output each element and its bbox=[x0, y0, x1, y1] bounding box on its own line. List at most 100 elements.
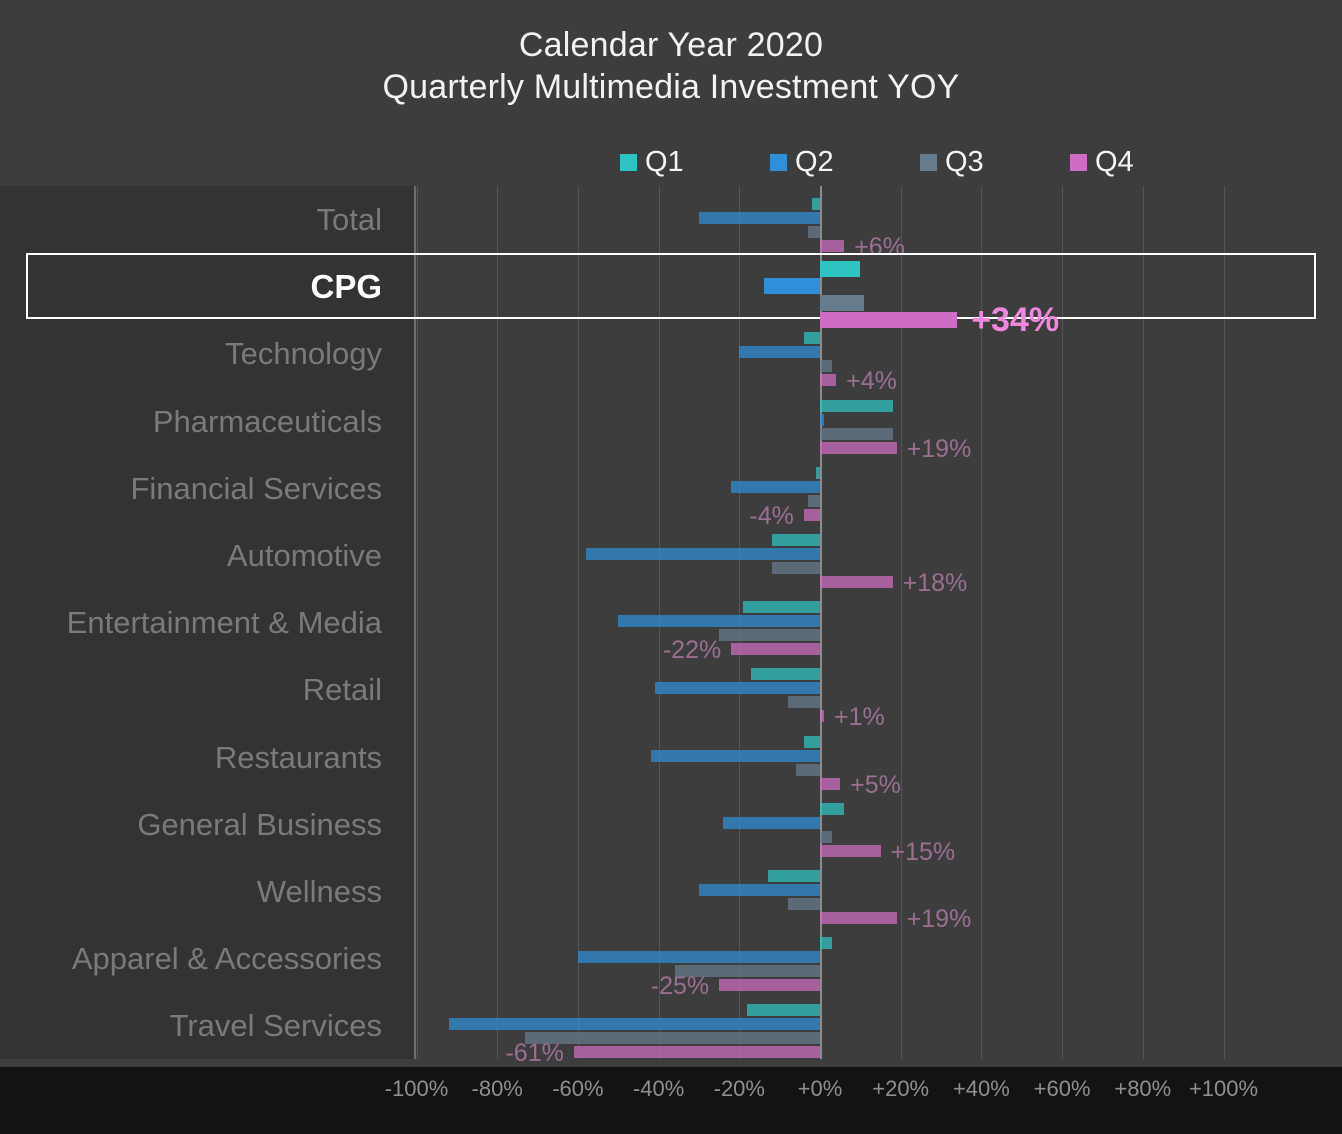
category-label: Pharmaceuticals bbox=[152, 403, 382, 439]
legend-swatch-q3-icon bbox=[920, 153, 937, 171]
bar-q2 bbox=[585, 548, 820, 560]
bar-q4 bbox=[820, 912, 897, 924]
bar-q2 bbox=[698, 884, 820, 896]
bar-q4 bbox=[820, 441, 897, 454]
chart-row: Wellness +19% bbox=[0, 858, 1342, 932]
bar-q4 bbox=[820, 710, 825, 723]
bar-q3 bbox=[820, 295, 865, 312]
bar-q1 bbox=[820, 937, 833, 950]
bar-q3 bbox=[525, 1032, 820, 1045]
bar-q2 bbox=[577, 951, 820, 964]
legend-swatch-q4-icon bbox=[1070, 153, 1087, 171]
x-tick-label: -20% bbox=[713, 1076, 765, 1101]
bar-q2 bbox=[618, 615, 820, 628]
category-label: Apparel & Accessories bbox=[71, 941, 382, 977]
bar-q4 bbox=[731, 643, 820, 656]
bar-q3 bbox=[807, 226, 820, 238]
bar-q4 bbox=[820, 374, 837, 387]
category-label: Travel Services bbox=[169, 1008, 382, 1044]
bar-q1 bbox=[751, 668, 820, 681]
bar-q1 bbox=[803, 332, 820, 345]
bar-q2 bbox=[654, 682, 820, 695]
category-label: Technology bbox=[225, 336, 382, 372]
category-label: Restaurants bbox=[214, 739, 382, 775]
highlight-outline bbox=[26, 253, 1316, 320]
legend-label: Q1 bbox=[645, 145, 684, 178]
title-line-1: Calendar Year 2020 bbox=[518, 26, 824, 64]
legend-label: Q3 bbox=[945, 145, 984, 178]
chart-row: Restaurants +5% bbox=[0, 724, 1342, 797]
chart-row: CPG +34% bbox=[0, 253, 1342, 337]
bar-q3 bbox=[787, 898, 820, 910]
chart-legend: Q1 Q2 Q3 Q4 bbox=[620, 144, 1220, 180]
category-label: CPG bbox=[310, 268, 382, 306]
bar-q4 bbox=[820, 576, 893, 588]
x-tick-label: +20% bbox=[872, 1076, 930, 1101]
bar-q1 bbox=[767, 870, 820, 882]
x-tick-label: +60% bbox=[1033, 1076, 1091, 1101]
x-tick-label: +0% bbox=[797, 1076, 843, 1101]
bar-q4 bbox=[820, 777, 841, 790]
bar-q2 bbox=[739, 346, 820, 359]
bar-value-label: -61% bbox=[505, 1039, 564, 1068]
bar-q4 bbox=[820, 240, 845, 252]
legend-swatch-q1-icon bbox=[620, 153, 637, 171]
bar-q3 bbox=[787, 696, 820, 709]
chart-row: Apparel & Accessories -25% bbox=[0, 925, 1342, 999]
category-label: Total bbox=[316, 202, 382, 237]
chart-row: Retail +1% bbox=[0, 656, 1342, 730]
bar-q2 bbox=[448, 1018, 820, 1031]
bar-q1 bbox=[743, 601, 820, 614]
chart-row: Pharmaceuticals +19% bbox=[0, 388, 1342, 461]
bar-q3 bbox=[820, 360, 833, 373]
x-tick-label: -80% bbox=[471, 1076, 523, 1101]
bar-q3 bbox=[771, 562, 820, 574]
bar-q2 bbox=[820, 413, 825, 426]
bar-q1 bbox=[811, 198, 820, 210]
chart-row: Automotive +18% bbox=[0, 522, 1342, 596]
bar-q4 bbox=[719, 979, 820, 992]
bar-q3 bbox=[795, 763, 820, 776]
chart-row: Technology +4% bbox=[0, 320, 1342, 394]
bar-q1 bbox=[747, 1004, 820, 1017]
legend-item-q1[interactable]: Q1 bbox=[620, 145, 770, 178]
chart-row: Financial Services -4% bbox=[0, 455, 1342, 528]
legend-label: Q2 bbox=[795, 145, 834, 178]
bar-q2 bbox=[698, 212, 820, 224]
bar-q3 bbox=[820, 830, 833, 843]
bar-q4 bbox=[573, 1046, 820, 1059]
category-label: Automotive bbox=[226, 538, 382, 573]
legend-item-q3[interactable]: Q3 bbox=[920, 145, 1070, 178]
legend-item-q4[interactable]: Q4 bbox=[1070, 145, 1220, 178]
chart-row: Travel Services -61% bbox=[0, 992, 1342, 1066]
bar-q3 bbox=[807, 494, 820, 507]
title-line-2: Quarterly Multimedia Investment YOY bbox=[382, 68, 960, 106]
chart-row: Entertainment & Media -22% bbox=[0, 589, 1342, 663]
bar-q1 bbox=[803, 735, 820, 748]
bar-q3 bbox=[820, 427, 893, 440]
bar-q4 bbox=[820, 844, 881, 857]
legend-label: Q4 bbox=[1095, 145, 1134, 178]
category-label: Wellness bbox=[256, 874, 382, 909]
bar-q1 bbox=[820, 399, 893, 412]
bar-q1 bbox=[820, 261, 861, 278]
x-tick-label: -60% bbox=[552, 1076, 604, 1101]
chart-title: Calendar Year 2020 Quarterly Multimedia … bbox=[0, 24, 1342, 108]
bar-q2 bbox=[723, 816, 820, 829]
category-label: General Business bbox=[137, 806, 382, 842]
bar-q1 bbox=[815, 466, 820, 479]
bar-q2 bbox=[731, 480, 820, 493]
plot-area: Total +6% CPG +34% Technology +4% Pharmaceutic… bbox=[0, 186, 1342, 1066]
bar-q2 bbox=[763, 278, 820, 295]
x-tick-label: +40% bbox=[952, 1076, 1010, 1101]
x-tick-label: +80% bbox=[1114, 1076, 1172, 1101]
legend-item-q2[interactable]: Q2 bbox=[770, 145, 920, 178]
x-tick-label: -40% bbox=[632, 1076, 685, 1101]
category-label: Financial Services bbox=[130, 470, 382, 506]
x-tick-label: -100% bbox=[384, 1076, 449, 1101]
category-label: Retail bbox=[302, 672, 382, 708]
chart-row: Total +6% bbox=[0, 186, 1342, 260]
bar-q1 bbox=[771, 534, 820, 546]
legend-swatch-q2-icon bbox=[770, 153, 787, 171]
x-tick-label: +100% bbox=[1188, 1076, 1259, 1101]
